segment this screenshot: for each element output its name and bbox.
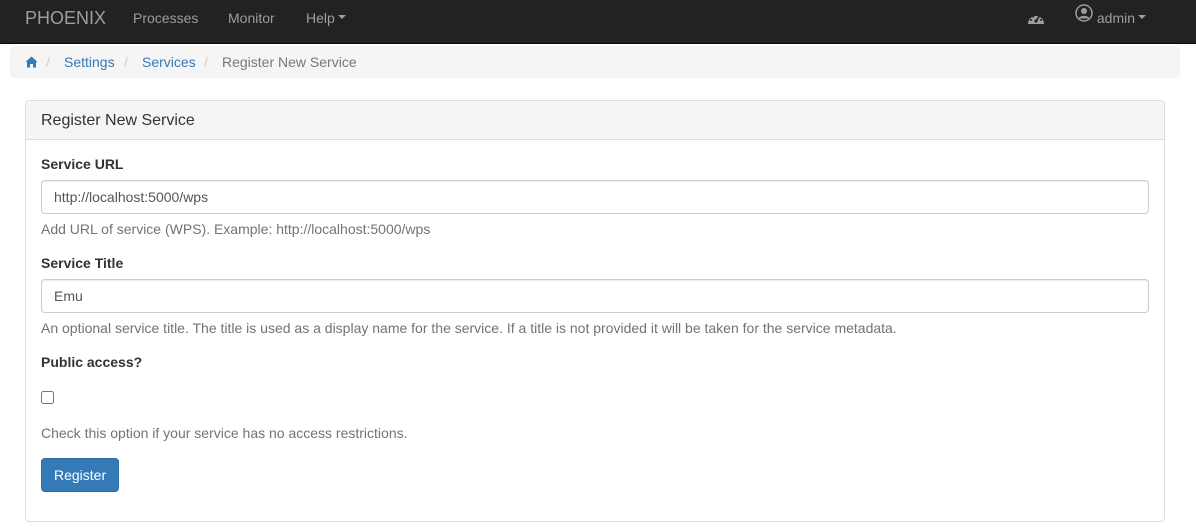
panel-heading: Register New Service — [26, 101, 1164, 140]
top-navbar: PHOENIX Processes Monitor Help admin — [0, 0, 1196, 44]
service-title-label: Service Title — [41, 255, 124, 271]
nav-processes[interactable]: Processes — [133, 0, 198, 44]
service-title-help: An optional service title. The title is … — [41, 320, 897, 336]
breadcrumb-separator: / — [204, 54, 208, 70]
public-access-checkbox[interactable] — [41, 391, 54, 404]
nav-help-label: Help — [306, 10, 335, 26]
caret-down-icon — [337, 15, 346, 20]
nav-help[interactable]: Help — [306, 0, 346, 44]
breadcrumb-settings[interactable]: Settings — [64, 46, 115, 78]
breadcrumb-services[interactable]: Services — [142, 46, 196, 78]
service-title-input[interactable] — [41, 279, 1149, 313]
breadcrumb-current: Register New Service — [222, 54, 357, 70]
breadcrumb-separator: / — [46, 54, 50, 70]
register-service-panel: Register New Service Service URL Add URL… — [25, 100, 1165, 522]
home-icon[interactable] — [25, 47, 38, 79]
brand-logo[interactable]: PHOENIX — [25, 0, 106, 44]
user-menu[interactable]: admin — [1075, 0, 1147, 44]
panel-title: Register New Service — [41, 112, 195, 129]
public-access-label: Public access? — [41, 354, 143, 370]
service-url-input[interactable] — [41, 180, 1149, 214]
user-label: admin — [1096, 10, 1136, 26]
breadcrumb: / Settings / Services / Register New Ser… — [10, 46, 1180, 78]
service-url-label: Service URL — [41, 156, 124, 172]
register-button[interactable]: Register — [41, 458, 120, 492]
service-url-help: Add URL of service (WPS). Example: http:… — [41, 221, 431, 237]
nav-monitor[interactable]: Monitor — [228, 0, 275, 44]
dashboard-icon[interactable] — [1027, 11, 1045, 30]
user-circle-icon — [1075, 0, 1093, 36]
caret-down-icon — [1138, 15, 1147, 20]
public-access-help: Check this option if your service has no… — [41, 425, 408, 441]
breadcrumb-separator: / — [124, 54, 128, 70]
